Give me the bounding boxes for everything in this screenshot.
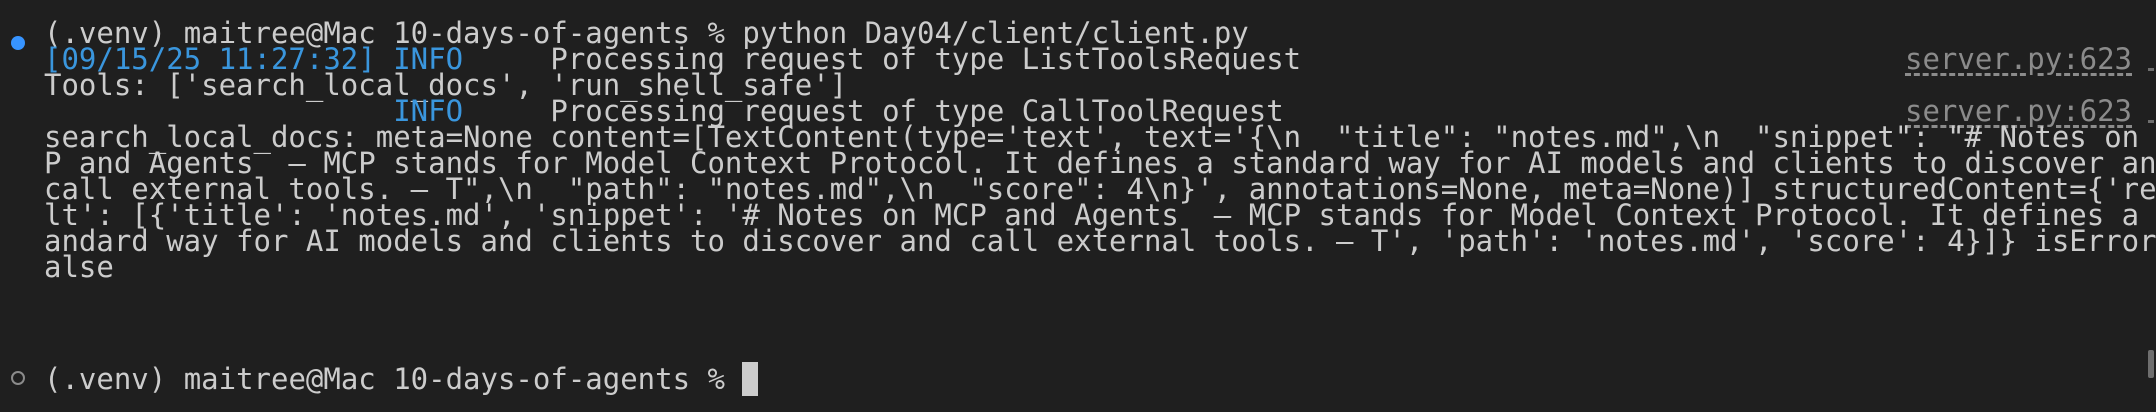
command-pending-marker-icon[interactable] [11, 371, 25, 385]
scrollbar-overview-mark [2148, 68, 2154, 71]
output-line: andard way for AI models and clients to … [44, 224, 2156, 258]
prompt-cwd: 10-days-of-agents [393, 362, 691, 396]
vertical-scrollbar[interactable] [2146, 0, 2156, 412]
prompt-line[interactable]: (.venv) maitree@Mac 10-days-of-agents % [44, 362, 759, 396]
prompt-user-host: maitree@Mac [183, 362, 376, 396]
terminal-panel[interactable]: (.venv) maitree@Mac 10-days-of-agents % … [0, 0, 2156, 412]
log-source-link[interactable]: server.py:623 [1905, 42, 2132, 76]
output-line: alse [44, 250, 114, 284]
scrollbar-overview-mark [2148, 120, 2154, 123]
prompt-symbol: % [707, 362, 725, 396]
scrollbar-thumb[interactable] [2148, 350, 2154, 378]
command-success-marker-icon[interactable] [11, 36, 25, 50]
prompt-env: (.venv) [44, 362, 167, 396]
text-cursor [742, 362, 759, 396]
